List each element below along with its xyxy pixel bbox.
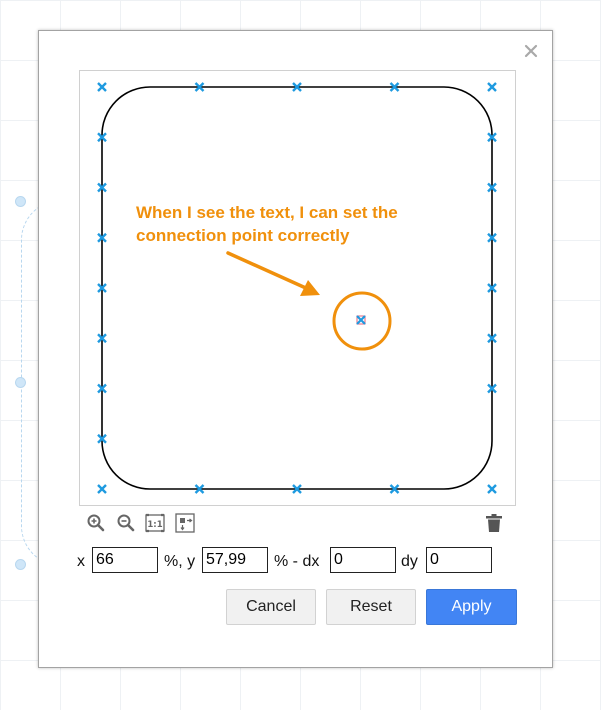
rounded-rectangle-shape [101,86,493,490]
background-handle [15,377,26,388]
fit-window-icon[interactable] [174,512,196,534]
y-label: %, y [164,553,196,570]
connection-point-marker[interactable] [97,82,107,92]
zoom-out-icon[interactable] [115,512,137,534]
x-label: x [77,553,85,570]
dx-input[interactable] [330,547,396,573]
cancel-button[interactable]: Cancel [226,589,316,625]
dx-label: % - dx [274,553,320,570]
connection-point-marker[interactable] [97,484,107,494]
y-percent-input[interactable] [202,547,268,573]
x-percent-input[interactable] [92,547,158,573]
connection-point-coordinates: x %, y % - dx dy [77,547,527,575]
connection-points-dialog: When I see the text, I can set the connec… [38,30,553,668]
shape-preview-svg [97,82,497,494]
dy-label: dy [401,553,418,570]
trash-icon[interactable] [483,512,505,534]
zoom-in-icon[interactable] [85,512,107,534]
annotation-line-1: When I see the text, I can set the [136,203,398,222]
background-handle [15,196,26,207]
connection-points-group [97,82,497,494]
reset-button[interactable]: Reset [326,589,416,625]
selected-connection-point[interactable] [356,315,366,325]
apply-button[interactable]: Apply [426,589,517,625]
shape-preview-canvas[interactable]: When I see the text, I can set the connec… [79,70,516,506]
connection-point-marker[interactable] [487,82,497,92]
annotation-arrow [226,251,320,296]
actual-size-icon[interactable]: 1:1 [144,512,166,534]
dy-input[interactable] [426,547,492,573]
close-icon[interactable] [523,43,539,59]
connection-point-marker[interactable] [487,484,497,494]
svg-text:1:1: 1:1 [147,520,162,530]
annotation-line-2: connection point correctly [136,226,350,245]
preview-toolbar: 1:1 [85,512,515,534]
background-handle [15,559,26,570]
annotation-text: When I see the text, I can set the connec… [136,201,398,247]
